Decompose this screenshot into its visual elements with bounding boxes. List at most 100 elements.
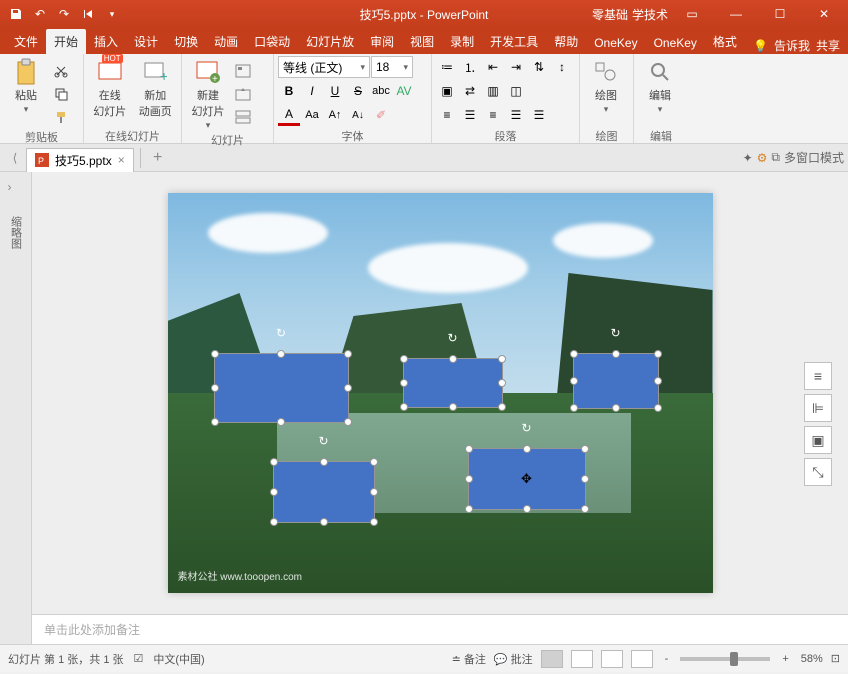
tab-pocket-anim[interactable]: 口袋动 — [246, 29, 298, 54]
zoom-percentage[interactable]: 58% — [801, 653, 823, 665]
paste-button[interactable]: 粘贴▾ — [4, 56, 48, 115]
tab-home[interactable]: 开始 — [46, 29, 86, 54]
qat-more-button[interactable]: ▾ — [102, 4, 122, 24]
tab-format[interactable]: 格式 — [705, 29, 745, 54]
tab-onekey2[interactable]: OneKey — [646, 32, 705, 54]
notes-pane[interactable]: 单击此处添加备注 — [32, 614, 848, 644]
expand-thumbnails-button[interactable]: › — [8, 180, 24, 196]
sorter-view-button[interactable] — [571, 650, 593, 668]
tab-developer[interactable]: 开发工具 — [482, 29, 546, 54]
close-window-button[interactable]: ✕ — [804, 0, 844, 28]
numbering-button[interactable]: ⒈ — [459, 56, 481, 78]
zoom-thumb[interactable] — [730, 652, 738, 666]
zoom-out-button[interactable]: - — [661, 653, 673, 665]
fit-to-window-button[interactable]: ⊡ — [831, 652, 840, 665]
online-slides-button[interactable]: HOT 在线 幻灯片 — [88, 56, 132, 119]
align-text-button[interactable]: ▣ — [436, 80, 458, 102]
zoom-in-button[interactable]: + — [778, 653, 792, 665]
multiwindow-label[interactable]: 多窗口模式 — [784, 149, 844, 166]
strikethrough-button[interactable]: S — [347, 80, 369, 102]
rectangle-shape-5[interactable] — [468, 448, 586, 510]
tab-transition[interactable]: 切换 — [166, 29, 206, 54]
underline-button[interactable]: U — [324, 80, 346, 102]
italic-button[interactable]: I — [301, 80, 323, 102]
shadow-button[interactable]: abc — [370, 80, 392, 102]
convert-smartart-button[interactable]: ◫ — [505, 80, 527, 102]
comments-toggle-button[interactable]: 💬 批注 — [494, 651, 533, 667]
columns-button[interactable]: ▥ — [482, 80, 504, 102]
font-name-combo[interactable]: 等线 (正文)▾ — [278, 56, 370, 78]
rectangle-shape-4[interactable] — [273, 461, 375, 523]
change-case-button[interactable]: Aa — [301, 104, 323, 126]
text-direction-button[interactable]: ↕ — [551, 56, 573, 78]
layout-button[interactable] — [232, 60, 254, 82]
tab-animation[interactable]: 动画 — [206, 29, 246, 54]
drawing-button[interactable]: 绘图▾ — [584, 56, 628, 115]
notes-toggle-button[interactable]: ≐ 备注 — [452, 651, 486, 667]
section-button[interactable] — [232, 106, 254, 128]
tab-view[interactable]: 视图 — [402, 29, 442, 54]
increase-font-button[interactable]: A↑ — [324, 104, 346, 126]
redo-qat-button[interactable]: ↷ — [54, 4, 74, 24]
tellme-icon[interactable]: 💡 — [753, 39, 768, 53]
magic-icon[interactable]: ✦ — [743, 151, 753, 165]
rectangle-shape-1[interactable] — [214, 353, 349, 423]
float-merge-button[interactable]: ▣ — [804, 426, 832, 454]
char-spacing-button[interactable]: AV — [393, 80, 415, 102]
clear-format-button[interactable]: ✐ — [370, 104, 392, 126]
new-anim-button[interactable]: + 新加 动画页 — [134, 56, 178, 119]
slide-canvas[interactable]: 素材公社 www.tooopen.com ↻ ↻ — [168, 193, 713, 593]
language-indicator[interactable]: 中文(中国) — [153, 651, 204, 667]
document-tab[interactable]: P 技巧5.pptx × — [26, 148, 134, 172]
tab-help[interactable]: 帮助 — [546, 29, 586, 54]
tellme-button[interactable]: 告诉我 — [774, 37, 810, 54]
cut-button[interactable] — [50, 60, 72, 82]
share-button[interactable]: 共享 — [816, 37, 840, 54]
justify-button[interactable]: ☰ — [505, 104, 527, 126]
float-align-button[interactable]: ⊫ — [804, 394, 832, 422]
undo-qat-button[interactable]: ↶ — [30, 4, 50, 24]
font-size-combo[interactable]: 18▾ — [371, 56, 413, 78]
close-tab-button[interactable]: × — [118, 153, 125, 167]
bold-button[interactable]: B — [278, 80, 300, 102]
start-from-beginning-qat[interactable] — [78, 4, 98, 24]
rectangle-shape-3[interactable] — [573, 353, 659, 409]
save-qat-button[interactable] — [6, 4, 26, 24]
slideshow-view-button[interactable] — [631, 650, 653, 668]
zoom-slider[interactable] — [680, 657, 770, 661]
float-layout-button[interactable]: ≡ — [804, 362, 832, 390]
new-slide-button[interactable]: + 新建 幻灯片▾ — [186, 56, 230, 131]
font-color-button[interactable]: A — [278, 104, 300, 126]
line-spacing-button[interactable]: ⇅ — [528, 56, 550, 78]
ribbon-display-options[interactable]: ▭ — [672, 0, 712, 28]
maximize-button[interactable]: ☐ — [760, 0, 800, 28]
align-right-button[interactable]: ≡ — [482, 104, 504, 126]
settings-icon[interactable]: ⚙ — [757, 151, 768, 165]
tab-onekey1[interactable]: OneKey — [586, 32, 645, 54]
minimize-button[interactable]: — — [716, 0, 756, 28]
normal-view-button[interactable] — [541, 650, 563, 668]
align-left-button[interactable]: ≡ — [436, 104, 458, 126]
tab-slideshow[interactable]: 幻灯片放 — [298, 29, 362, 54]
reset-button[interactable] — [232, 83, 254, 105]
increase-indent-button[interactable]: ⇥ — [505, 56, 527, 78]
new-tab-button[interactable]: + — [147, 147, 169, 169]
copy-button[interactable] — [50, 83, 72, 105]
editing-button[interactable]: 编辑▾ — [638, 56, 682, 115]
reading-view-button[interactable] — [601, 650, 623, 668]
direction-button[interactable]: ⇄ — [459, 80, 481, 102]
decrease-indent-button[interactable]: ⇤ — [482, 56, 504, 78]
align-center-button[interactable]: ☰ — [459, 104, 481, 126]
decrease-font-button[interactable]: A↓ — [347, 104, 369, 126]
nav-back-button[interactable]: ⟨ — [4, 147, 26, 169]
float-resize-button[interactable]: ⤡ — [804, 458, 832, 486]
spellcheck-icon[interactable]: ☑ — [134, 652, 144, 665]
tab-design[interactable]: 设计 — [126, 29, 166, 54]
bullets-button[interactable]: ≔ — [436, 56, 458, 78]
rectangle-shape-2[interactable] — [403, 358, 503, 408]
format-painter-button[interactable] — [50, 106, 72, 128]
tab-record[interactable]: 录制 — [442, 29, 482, 54]
multiwindow-icon[interactable]: ⧉ — [771, 150, 780, 165]
tab-insert[interactable]: 插入 — [86, 29, 126, 54]
tab-review[interactable]: 审阅 — [362, 29, 402, 54]
